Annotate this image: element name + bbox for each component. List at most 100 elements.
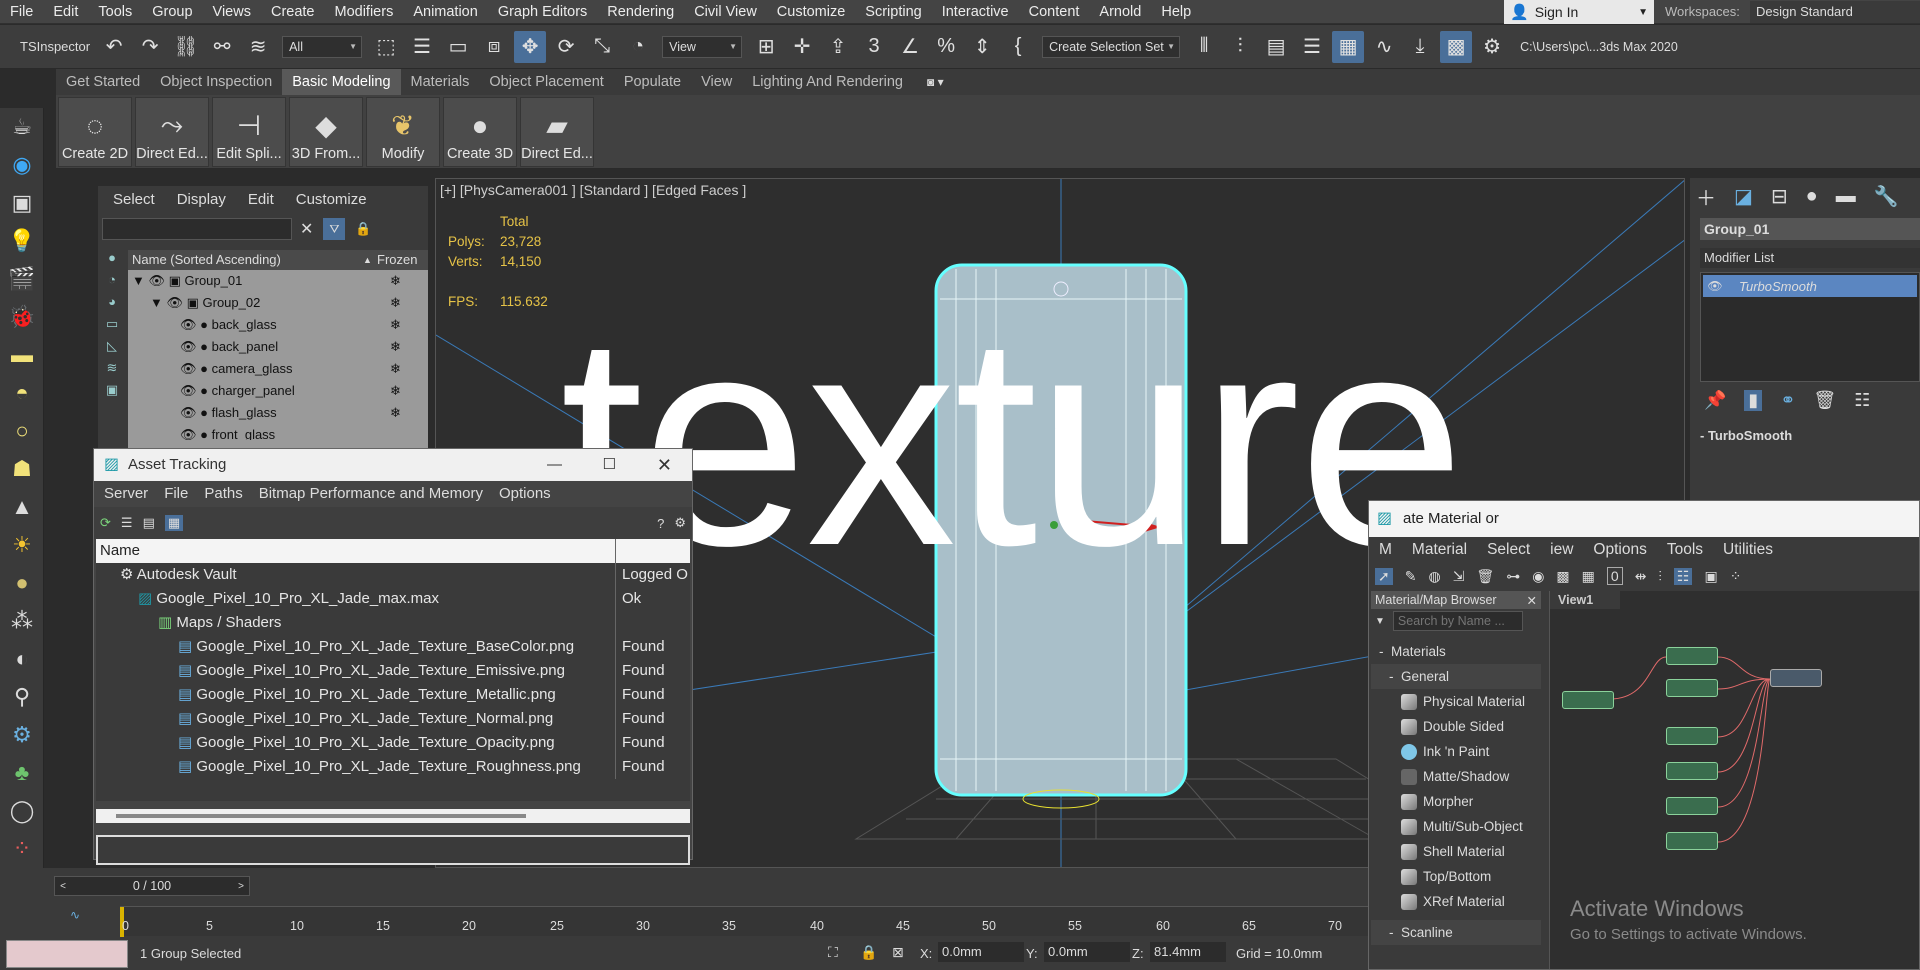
delete-icon[interactable]: 🗑 xyxy=(1476,568,1494,585)
menu-server[interactable]: Server xyxy=(96,481,156,507)
create-tab-icon[interactable]: ＋ xyxy=(1696,182,1716,211)
tab-basic-modeling[interactable]: Basic Modeling xyxy=(282,69,401,95)
close-icon[interactable]: ✕ xyxy=(1527,593,1537,608)
helper-filter-icon[interactable]: ◺ xyxy=(98,338,126,360)
layout-all-icon[interactable]: ⇹ xyxy=(1635,568,1647,585)
list-item[interactable]: 👁 ● flash_glass ❄ xyxy=(128,402,428,424)
autodesk-icon[interactable]: ◉ xyxy=(0,146,44,184)
col-name-sorted[interactable]: Name (Sorted Ascending) xyxy=(128,250,363,270)
bind-space-warp-icon[interactable]: ≋ xyxy=(242,31,274,63)
rect-selection-icon[interactable]: ▭ xyxy=(442,31,474,63)
slate-menu-modes[interactable]: M xyxy=(1369,537,1402,563)
snowflake-icon[interactable]: ❄ xyxy=(390,292,401,314)
make-unique-icon[interactable]: ⚭ xyxy=(1780,390,1795,411)
filter-icon[interactable]: ⛛ xyxy=(323,218,346,240)
col-name[interactable]: Name xyxy=(96,539,616,563)
map-node[interactable] xyxy=(1666,832,1718,850)
snowflake-icon[interactable]: ❄ xyxy=(390,270,401,292)
general-group[interactable]: - General xyxy=(1371,664,1541,689)
sun-icon[interactable]: ☀ xyxy=(0,526,44,564)
pivot-center-icon[interactable]: ⊞ xyxy=(750,31,782,63)
menu-file[interactable]: File xyxy=(156,481,196,507)
list-item[interactable]: ▼ 👁 ▣ Group_01 ❄ xyxy=(128,270,428,292)
hierarchy-tab-icon[interactable]: ⊟ xyxy=(1771,184,1788,209)
help-icon[interactable]: ? xyxy=(657,516,664,531)
show-background-icon[interactable]: ▦ xyxy=(1582,568,1595,585)
menu-help[interactable]: Help xyxy=(1151,0,1201,24)
menu-edit[interactable]: Edit xyxy=(43,0,88,24)
maxscript-listener[interactable] xyxy=(6,940,128,968)
cone-icon[interactable]: ▲ xyxy=(0,488,44,526)
pick-material-icon[interactable]: ✎ xyxy=(1405,568,1417,585)
group-filter-icon[interactable]: ▣ xyxy=(98,382,126,404)
select-tool-icon[interactable]: ➚ xyxy=(1375,567,1393,585)
table-row[interactable]: ▤ Google_Pixel_10_Pro_XL_Jade_Texture_Ba… xyxy=(96,635,690,659)
link-icon[interactable]: ⛓ xyxy=(170,31,202,63)
thumbnail-view-icon[interactable]: ▤ xyxy=(143,515,155,531)
table-row[interactable]: ⚙ Autodesk Vault Logged O xyxy=(96,563,690,587)
list-item[interactable]: ▼ 👁 ▣ Group_02 ❄ xyxy=(128,292,428,314)
reference-coordinate-dropdown[interactable]: View xyxy=(662,35,743,58)
angle-snap-icon[interactable]: ∠ xyxy=(894,31,926,63)
motion-tab-icon[interactable]: ● xyxy=(1806,185,1818,208)
project-path[interactable]: C:\Users\pc\...3ds Max 2020 xyxy=(1520,40,1678,54)
menu-animation[interactable]: Animation xyxy=(403,0,487,24)
tab-edit[interactable]: Edit xyxy=(237,186,285,214)
tsinspector-label[interactable]: TSInspector xyxy=(20,39,90,54)
scanline-group[interactable]: - Scanline xyxy=(1371,920,1541,945)
curve-editor-icon[interactable]: ∿ xyxy=(1368,31,1400,63)
tab-view[interactable]: View xyxy=(691,69,742,95)
snaps-toggle-icon[interactable]: 3 xyxy=(858,31,890,63)
list-item[interactable]: Shell Material xyxy=(1371,839,1541,864)
table-row[interactable]: ▤ Google_Pixel_10_Pro_XL_Jade_Texture_Ro… xyxy=(96,755,690,779)
menu-arnold[interactable]: Arnold xyxy=(1089,0,1151,24)
menu-civil-view[interactable]: Civil View xyxy=(684,0,767,24)
schematic-view-icon[interactable]: ⤓ xyxy=(1404,31,1436,63)
z-field[interactable]: 81.4mm xyxy=(1150,942,1226,962)
menu-content[interactable]: Content xyxy=(1019,0,1090,24)
layout-children-icon[interactable]: ⫶ xyxy=(1658,568,1662,585)
menu-group[interactable]: Group xyxy=(142,0,202,24)
select-rotate-icon[interactable]: ⟳ xyxy=(550,31,582,63)
tab-display[interactable]: Display xyxy=(166,186,237,214)
isolate-icon[interactable]: ⛶ xyxy=(828,944,838,961)
menu-create[interactable]: Create xyxy=(261,0,325,24)
align-icon[interactable]: ⫶ xyxy=(1224,31,1256,63)
render-icon[interactable]: 🐞 xyxy=(0,298,44,336)
view-tab[interactable]: View1 xyxy=(1550,591,1620,609)
col-frozen[interactable]: Frozen xyxy=(373,250,417,270)
3d-from-button[interactable]: ◆ 3D From... xyxy=(289,96,363,167)
modify-tab-icon[interactable]: ◪ xyxy=(1734,184,1753,209)
unlink-icon[interactable]: ⚯ xyxy=(206,31,238,63)
menu-rendering[interactable]: Rendering xyxy=(597,0,684,24)
show-end-result-icon[interactable]: ▮ xyxy=(1744,389,1763,411)
minimize-icon[interactable]: — xyxy=(547,449,562,481)
gear-icon[interactable]: ⚙ xyxy=(0,716,44,754)
ball-icon[interactable]: ◯ xyxy=(0,792,44,830)
tab-select[interactable]: Select xyxy=(102,186,166,214)
map-node[interactable] xyxy=(1666,647,1718,665)
tab-object-inspection[interactable]: Object Inspection xyxy=(150,69,282,95)
slate-titlebar[interactable]: ▨ ate Material or xyxy=(1369,501,1919,537)
modifier-list-dropdown[interactable]: Modifier List xyxy=(1700,248,1920,268)
display-tab-icon[interactable]: ▬ xyxy=(1836,185,1856,208)
light-filter-icon[interactable]: ◕ xyxy=(98,294,126,316)
object-name-field[interactable]: Group_01 xyxy=(1700,218,1920,240)
spacewarp-filter-icon[interactable]: ≋ xyxy=(98,360,126,382)
list-item[interactable]: XRef Material xyxy=(1371,889,1541,914)
menu-graph-editors[interactable]: Graph Editors xyxy=(488,0,597,24)
table-row[interactable]: ▥ Maps / Shaders xyxy=(96,611,690,635)
put-to-scene-icon[interactable]: ◍ xyxy=(1428,568,1440,585)
menu-file[interactable]: File xyxy=(0,0,43,24)
sphere-light-icon[interactable]: ○ xyxy=(0,412,44,450)
select-by-name-icon[interactable]: ☰ xyxy=(406,31,438,63)
modifier-stack-item[interactable]: 👁 TurboSmooth xyxy=(1703,275,1917,297)
select-manipulate-icon[interactable]: ✛ xyxy=(786,31,818,63)
tab-get-started[interactable]: Get Started xyxy=(56,69,150,95)
window-crossing-icon[interactable]: ⧈ xyxy=(478,31,510,63)
slate-menu-view[interactable]: iew xyxy=(1540,537,1583,563)
node-view[interactable]: View1 Activate Windows Go to Settings to… xyxy=(1549,591,1919,969)
map-node[interactable] xyxy=(1666,762,1718,780)
render-setup-icon[interactable]: ⚙ xyxy=(1476,31,1508,63)
map-node[interactable] xyxy=(1666,679,1718,697)
